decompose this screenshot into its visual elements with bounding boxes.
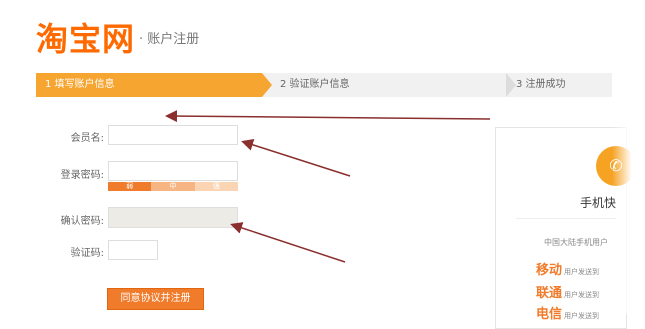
arrow-confirm-password bbox=[230, 222, 346, 263]
annotation-arrows bbox=[165, 110, 491, 263]
arrow-top bbox=[165, 110, 491, 123]
arrow-member-name bbox=[241, 139, 351, 177]
